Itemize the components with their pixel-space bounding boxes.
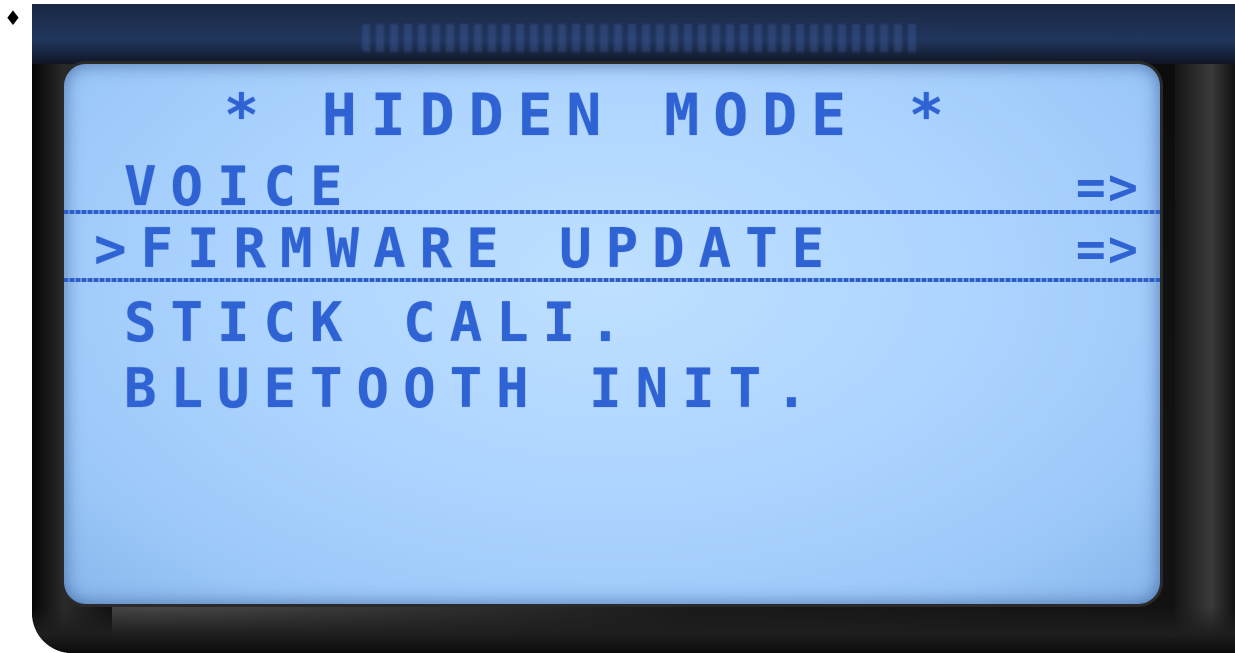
menu-item-voice-arrow: => xyxy=(1075,158,1140,216)
lcd-screen: * HIDDEN MODE * VOICE => >FIRMWARE UPDAT… xyxy=(64,64,1160,604)
bezel-right-edge xyxy=(1175,64,1235,653)
bezel-bottom-edge xyxy=(32,607,1235,653)
bullet-glyph: ♦ xyxy=(4,6,22,30)
menu-item-voice[interactable]: VOICE xyxy=(124,160,357,214)
menu-item-stick-cali[interactable]: STICK CALI. xyxy=(124,296,636,350)
bezel-reflection xyxy=(362,24,922,52)
selection-bottom-line xyxy=(64,278,1160,282)
menu-item-firmware-update[interactable]: >FIRMWARE UPDATE xyxy=(94,222,838,276)
menu-item-bluetooth-init[interactable]: BLUETOOTH INIT. xyxy=(124,362,822,416)
page: ♦ * HIDDEN MODE * VOICE => >FIRMWARE UPD… xyxy=(0,0,1235,653)
selection-top-line xyxy=(64,210,1160,214)
menu-item-firmware-update-arrow: => xyxy=(1075,220,1140,278)
screen-title: * HIDDEN MODE * xyxy=(224,81,958,149)
